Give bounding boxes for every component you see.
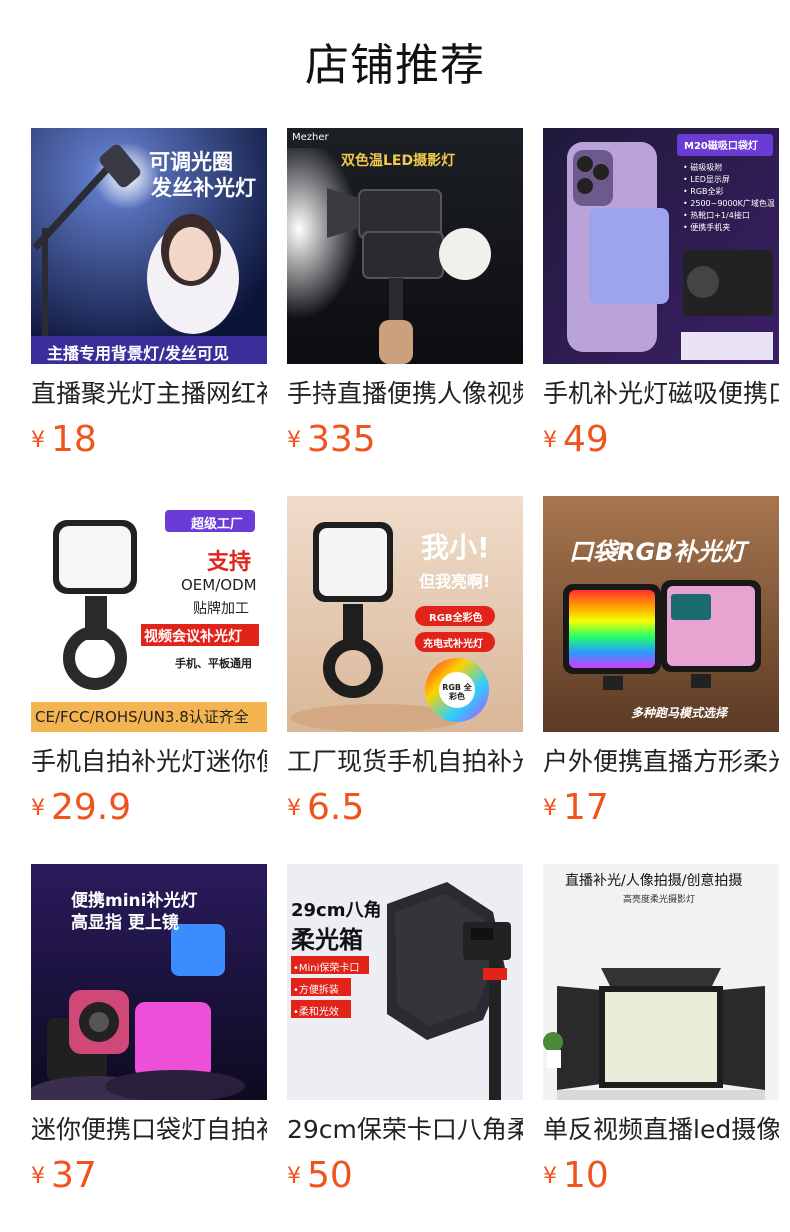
price-value: 49 (563, 419, 609, 460)
currency-symbol: ¥ (287, 796, 301, 821)
product-image[interactable]: 可调光圈 发丝补光灯 主播专用背景灯/发丝可见 (31, 128, 267, 364)
price-value: 6.5 (307, 787, 365, 828)
product-name[interactable]: 工厂现货手机自拍补光灯 (287, 746, 523, 778)
image-text: 视频会议补光灯 (144, 629, 242, 645)
feature-list: • 磁吸吸附 • LED显示屏 • RGB全彩 • 2500~9000K广域色温… (683, 162, 775, 234)
currency-symbol: ¥ (543, 1164, 557, 1189)
product-image[interactable]: 29cm八角 柔光箱 •Mini保荣卡口 •方便拆装 •柔和光效 (287, 864, 523, 1100)
product-price: ¥335 (287, 420, 523, 460)
product-name[interactable]: 迷你便携口袋灯自拍补光 (31, 1114, 267, 1146)
image-tag: 充电式补光灯 (423, 639, 483, 650)
product-image[interactable]: 我小! 但我亮啊! RGB全彩色 充电式补光灯 RGB 全彩色 (287, 496, 523, 732)
product-image[interactable]: Mezher 双色温LED摄影灯 (287, 128, 523, 364)
product-card[interactable]: 便携mini补光灯 高显指 更上镜 迷你便携口袋灯自拍补光 ¥37 (31, 864, 267, 1196)
currency-symbol: ¥ (31, 796, 45, 821)
price-value: 17 (563, 787, 609, 828)
product-price: ¥37 (31, 1156, 267, 1196)
product-price: ¥49 (543, 420, 779, 460)
image-headline: 但我亮啊! (419, 572, 491, 591)
feature-item: • 磁吸吸附 (683, 163, 723, 172)
image-tag: •Mini保荣卡口 (293, 963, 360, 974)
price-value: 50 (307, 1155, 353, 1196)
feature-item: • RGB全彩 (683, 187, 724, 196)
product-price: ¥10 (543, 1156, 779, 1196)
currency-symbol: ¥ (543, 428, 557, 453)
product-name[interactable]: 直播聚光灯主播网红补光灯 (31, 378, 267, 410)
currency-symbol: ¥ (287, 1164, 301, 1189)
product-image[interactable]: M20磁吸口袋灯 • 磁吸吸附 • LED显示屏 • RGB全彩 • 2500~… (543, 128, 779, 364)
image-headline: 柔光箱 (291, 926, 363, 954)
image-banner: CE/FCC/ROHS/UN3.8认证齐全 (35, 708, 249, 726)
brand-label: Mezher (292, 132, 329, 143)
product-card[interactable]: 29cm八角 柔光箱 •Mini保荣卡口 •方便拆装 •柔和光效 29cm保荣卡… (287, 864, 523, 1196)
product-price: ¥18 (31, 420, 267, 460)
image-badge: M20磁吸口袋灯 (684, 141, 758, 152)
feature-item: • 热靴口+1/4接口 (683, 211, 750, 220)
price-value: 37 (51, 1155, 97, 1196)
product-image[interactable]: 超级工厂 支持 OEM/ODM 贴牌加工 视频会议补光灯 手机、平板通用 CE/… (31, 496, 267, 732)
product-price: ¥17 (543, 788, 779, 828)
image-text: 贴牌加工 (193, 601, 249, 617)
image-footer: 多种跑马模式选择 (631, 706, 728, 720)
product-name[interactable]: 手机自拍补光灯迷你便携 (31, 746, 267, 778)
product-card[interactable]: Mezher 双色温LED摄影灯 手持直播便携人像视频摄影灯 ¥335 (287, 128, 523, 460)
image-headline: 高显指 更上镜 (71, 913, 179, 933)
page-title: 店铺推荐 (305, 40, 485, 91)
product-card[interactable]: 口袋RGB补光灯 多种跑马模式选择 户外便携直播方形柔光灯 ¥17 (543, 496, 779, 828)
feature-item: • 2500~9000K广域色温 (683, 199, 775, 208)
product-card[interactable]: M20磁吸口袋灯 • 磁吸吸附 • LED显示屏 • RGB全彩 • 2500~… (543, 128, 779, 460)
feature-item: • LED显示屏 (683, 175, 730, 184)
product-card[interactable]: 直播补光/人像拍摄/创意拍摄 高亮度柔光摄影灯 单反视频直播led摄像灯 ¥10 (543, 864, 779, 1196)
product-card[interactable]: 我小! 但我亮啊! RGB全彩色 充电式补光灯 RGB 全彩色 工厂现货手机自拍… (287, 496, 523, 828)
product-image[interactable]: 口袋RGB补光灯 多种跑马模式选择 (543, 496, 779, 732)
image-headline: 我小! (421, 531, 490, 564)
price-value: 10 (563, 1155, 609, 1196)
image-banner: 主播专用背景灯/发丝可见 (47, 344, 229, 363)
image-text: OEM/ODM (181, 576, 257, 594)
image-headline: 发丝补光灯 (151, 176, 256, 200)
image-tag: •柔和光效 (293, 1007, 339, 1018)
image-subtitle: 高亮度柔光摄影灯 (623, 895, 696, 905)
image-badge: 超级工厂 (191, 517, 244, 532)
product-price: ¥6.5 (287, 788, 523, 828)
image-headline: 支持 (207, 550, 252, 575)
product-card[interactable]: 超级工厂 支持 OEM/ODM 贴牌加工 视频会议补光灯 手机、平板通用 CE/… (31, 496, 267, 828)
price-value: 29.9 (51, 787, 132, 828)
image-tag: •方便拆装 (293, 985, 339, 996)
product-name[interactable]: 手机补光灯磁吸便携口袋灯 (543, 378, 779, 410)
product-name[interactable]: 29cm保荣卡口八角柔光箱 (287, 1114, 523, 1146)
currency-symbol: ¥ (543, 796, 557, 821)
image-headline: 直播补光/人像拍摄/创意拍摄 (565, 873, 743, 889)
image-headline: 29cm八角 (291, 900, 382, 921)
currency-symbol: ¥ (31, 428, 45, 453)
product-name[interactable]: 单反视频直播led摄像灯 (543, 1114, 779, 1146)
product-price: ¥50 (287, 1156, 523, 1196)
product-price: ¥29.9 (31, 788, 267, 828)
price-value: 335 (307, 419, 376, 460)
feature-item: • 便携手机夹 (683, 223, 731, 232)
product-card[interactable]: 可调光圈 发丝补光灯 主播专用背景灯/发丝可见 直播聚光灯主播网红补光灯 ¥18 (31, 128, 267, 460)
image-headline: 双色温LED摄影灯 (341, 153, 456, 169)
currency-symbol: ¥ (287, 428, 301, 453)
currency-symbol: ¥ (31, 1164, 45, 1189)
product-image[interactable]: 直播补光/人像拍摄/创意拍摄 高亮度柔光摄影灯 (543, 864, 779, 1100)
product-name[interactable]: 户外便携直播方形柔光灯 (543, 746, 779, 778)
image-text: 手机、平板通用 (175, 657, 252, 670)
image-headline: 口袋RGB补光灯 (569, 538, 746, 566)
image-tag: RGB全彩色 (429, 613, 483, 624)
image-circle-label: RGB 全彩色 (442, 683, 472, 701)
product-image[interactable]: 便携mini补光灯 高显指 更上镜 (31, 864, 267, 1100)
product-name[interactable]: 手持直播便携人像视频摄影灯 (287, 378, 523, 410)
price-value: 18 (51, 419, 97, 460)
